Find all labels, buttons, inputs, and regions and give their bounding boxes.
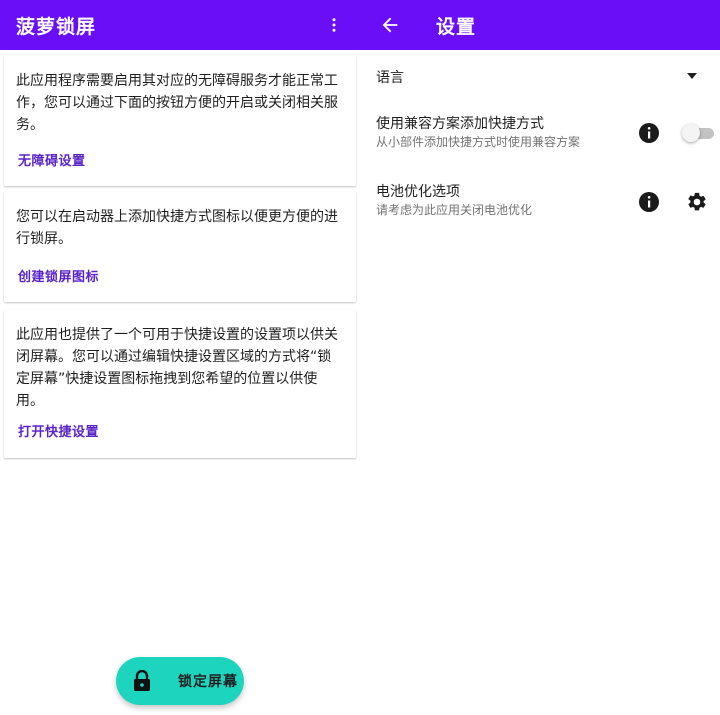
switch-thumb — [682, 124, 700, 142]
settings-app-bar: 设置 — [360, 0, 720, 50]
compat-shortcut-preference[interactable]: 使用兼容方案添加快捷方式 从小部件添加快捷方式时使用兼容方案 — [376, 114, 714, 150]
language-preference[interactable]: 语言 — [376, 67, 708, 89]
settings-title: 设置 — [436, 15, 477, 38]
info-icon[interactable] — [638, 191, 660, 213]
lock-screen-label: 锁定屏幕 — [178, 674, 238, 690]
lock-icon — [134, 670, 150, 691]
main-app-bar: 菠萝锁屏 — [0, 0, 360, 50]
battery-optimization-preference[interactable]: 电池优化选项 请考虑为此应用关闭电池优化 — [376, 182, 708, 218]
compat-shortcut-title: 使用兼容方案添加快捷方式 — [376, 116, 544, 132]
shortcut-card-text: 您可以在启动器上添加快捷方式图标以便更方便的进行锁屏。 — [16, 209, 338, 247]
language-label: 语言 — [376, 70, 404, 86]
accessibility-settings-button[interactable]: 无障碍设置 — [18, 150, 86, 169]
main-screen: 菠萝锁屏 此应用程序需要启用其对应的无障碍服务才能正常工作，您可以通过下面的按钮… — [0, 0, 360, 715]
open-quick-settings-button[interactable]: 打开快捷设置 — [18, 421, 99, 440]
create-lock-icon-button[interactable]: 创建锁屏图标 — [18, 266, 99, 285]
app-title: 菠萝锁屏 — [16, 15, 97, 38]
shortcut-card: 您可以在启动器上添加快捷方式图标以便更方便的进行锁屏。 创建锁屏图标 — [4, 192, 356, 302]
accessibility-card-text: 此应用程序需要启用其对应的无障碍服务才能正常工作，您可以通过下面的按钮方便的开启… — [16, 73, 338, 133]
info-icon[interactable] — [638, 122, 660, 144]
arrow-back-icon[interactable] — [376, 11, 404, 39]
battery-optimization-title: 电池优化选项 — [376, 184, 460, 200]
accessibility-card: 此应用程序需要启用其对应的无障碍服务才能正常工作，您可以通过下面的按钮方便的开启… — [4, 56, 356, 186]
battery-optimization-summary: 请考虑为此应用关闭电池优化 — [376, 203, 533, 217]
compat-shortcut-summary: 从小部件添加快捷方式时使用兼容方案 — [376, 135, 581, 149]
compat-shortcut-switch[interactable] — [682, 124, 716, 142]
more-vert-icon[interactable] — [314, 0, 354, 50]
quick-settings-card: 此应用也提供了一个可用于快捷设置的设置项以供关闭屏幕。您可以通过编辑快捷设置区域… — [4, 310, 356, 458]
dropdown-arrow-icon[interactable] — [686, 71, 698, 81]
gear-icon[interactable] — [686, 191, 708, 213]
settings-screen: 设置 语言 使用兼容方案添加快捷方式 从小部件添加快捷方式时使用兼容方案 电池优… — [360, 0, 720, 715]
quick-settings-card-text: 此应用也提供了一个可用于快捷设置的设置项以供关闭屏幕。您可以通过编辑快捷设置区域… — [16, 327, 338, 409]
lock-screen-fab[interactable]: 锁定屏幕 — [116, 657, 244, 705]
